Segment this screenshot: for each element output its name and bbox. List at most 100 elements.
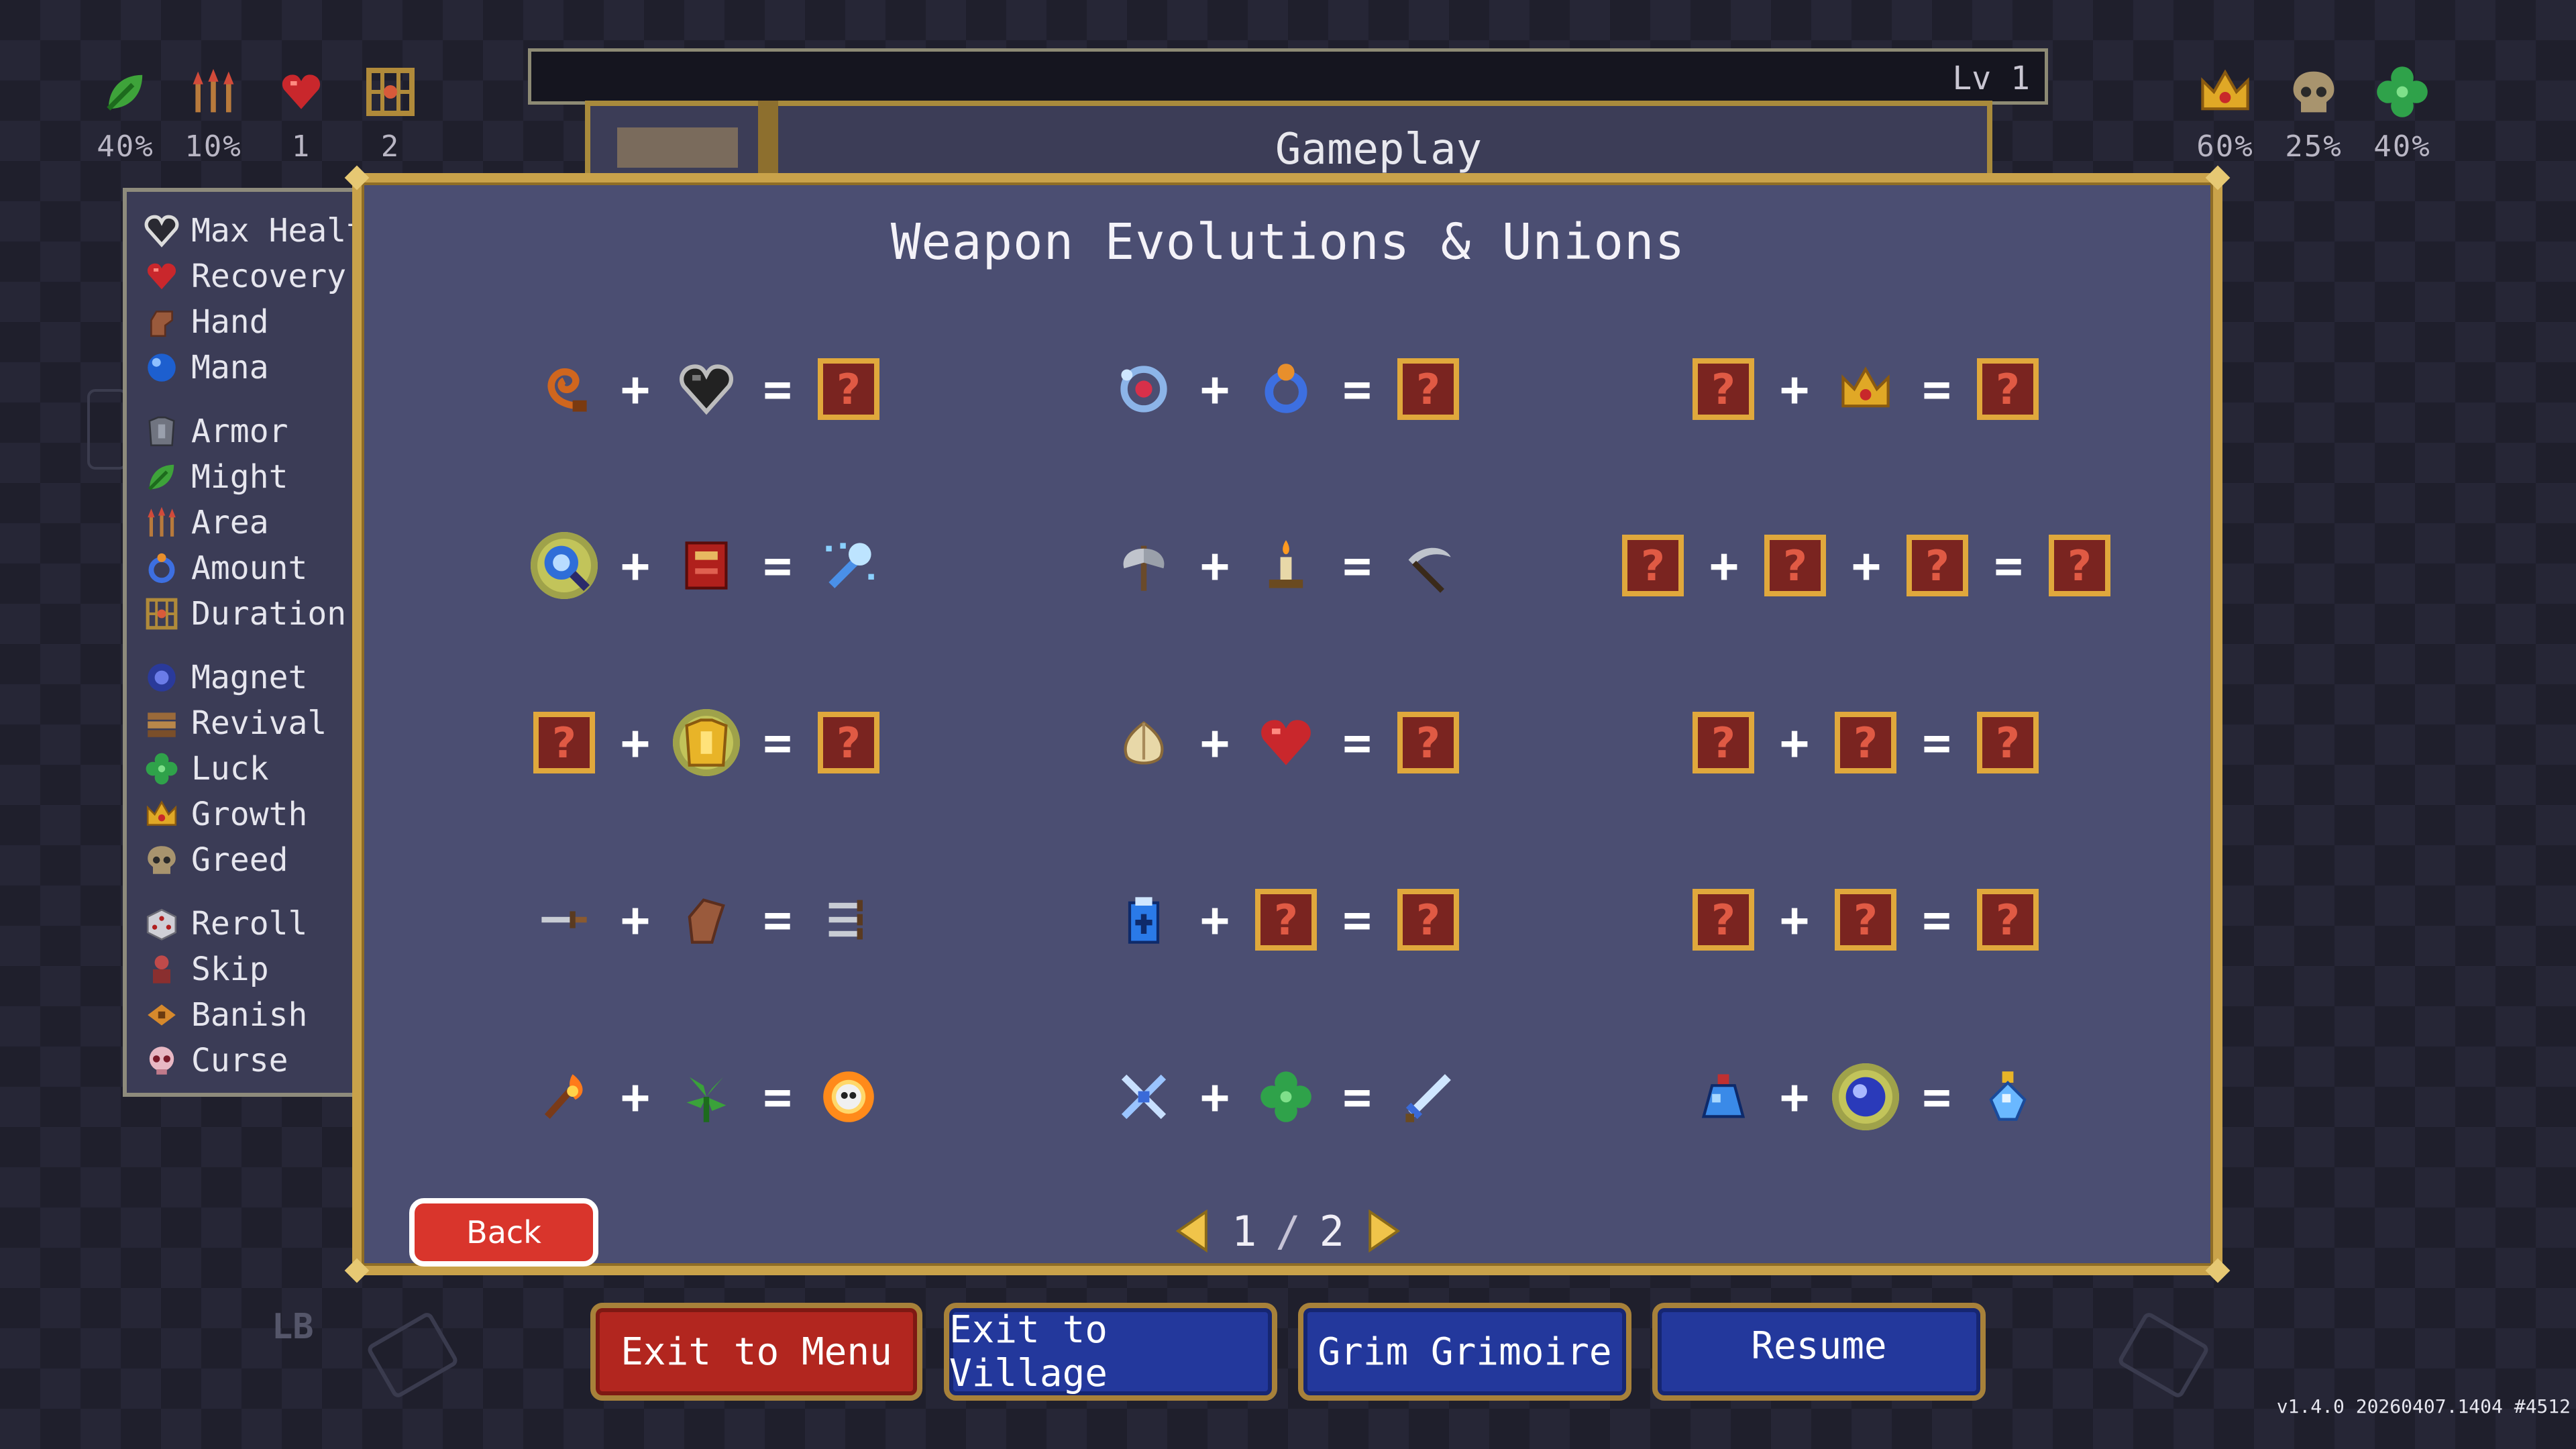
spinach-icon[interactable] bbox=[673, 1063, 740, 1130]
curse-skull-icon bbox=[144, 1043, 179, 1078]
plus-sign: + bbox=[1780, 361, 1809, 417]
question-mark-icon: ? bbox=[1397, 889, 1459, 951]
recipe-row: + =? bbox=[531, 352, 882, 426]
whip-icon[interactable] bbox=[531, 356, 598, 423]
unknown-item-icon[interactable]: ? bbox=[1974, 886, 2041, 953]
holy-water-icon[interactable] bbox=[1110, 886, 1177, 953]
recipe-row: + = bbox=[531, 1060, 882, 1134]
unknown-item-icon[interactable]: ? bbox=[1832, 709, 1899, 776]
question-mark-icon: ? bbox=[1397, 712, 1459, 773]
xp-bar: Lv 1 bbox=[528, 48, 2048, 105]
blue-potion-icon[interactable] bbox=[1690, 1063, 1757, 1130]
equals-sign: = bbox=[763, 537, 792, 594]
arrow-left-icon[interactable] bbox=[1171, 1205, 1213, 1257]
sword-icon[interactable] bbox=[1395, 1063, 1462, 1130]
question-mark-icon: ? bbox=[1977, 889, 2039, 951]
stat-max-health: Max Healt bbox=[144, 208, 371, 254]
crystal-potion-icon[interactable] bbox=[1974, 1063, 2041, 1130]
crown-icon[interactable] bbox=[1832, 356, 1899, 423]
arrow-right-icon[interactable] bbox=[1363, 1205, 1405, 1257]
knife-icon[interactable] bbox=[531, 886, 598, 953]
hud-stat-value: 40% bbox=[2373, 129, 2431, 164]
plus-sign: + bbox=[1780, 714, 1809, 771]
equals-sign: = bbox=[763, 361, 792, 417]
unknown-item-icon[interactable]: ? bbox=[1690, 356, 1757, 423]
skip-icon bbox=[144, 952, 179, 987]
heart-icon[interactable] bbox=[1252, 709, 1320, 776]
unknown-item-icon[interactable]: ? bbox=[1974, 356, 2041, 423]
equals-sign: = bbox=[763, 714, 792, 771]
stat-label: Armor bbox=[191, 413, 288, 450]
unknown-item-icon[interactable]: ? bbox=[1690, 886, 1757, 953]
hellfire-skull-icon[interactable] bbox=[815, 1063, 882, 1130]
unknown-item-icon[interactable]: ? bbox=[1395, 356, 1462, 423]
clover-icon[interactable] bbox=[1252, 1063, 1320, 1130]
stat-label: Greed bbox=[191, 841, 288, 879]
blue-ring-icon[interactable] bbox=[1252, 356, 1320, 423]
plus-sign: + bbox=[621, 1069, 650, 1125]
equals-sign: = bbox=[1994, 537, 2023, 594]
leaf-icon bbox=[144, 460, 179, 494]
candle-icon[interactable] bbox=[1252, 532, 1320, 599]
crown-icon bbox=[2197, 64, 2253, 120]
question-mark-icon: ? bbox=[1977, 358, 2039, 420]
magic-wand-icon[interactable] bbox=[531, 532, 598, 599]
plus-sign: + bbox=[1200, 361, 1230, 417]
axe-icon[interactable] bbox=[1110, 532, 1177, 599]
unknown-item-icon[interactable]: ? bbox=[1619, 532, 1686, 599]
unknown-item-icon[interactable]: ? bbox=[1904, 532, 1971, 599]
skull-icon bbox=[2286, 64, 2342, 120]
exit-to-village-button[interactable]: Exit to Village bbox=[944, 1303, 1277, 1401]
modal-corner bbox=[2205, 1258, 2231, 1283]
cage-icon bbox=[144, 596, 179, 631]
scythe-icon[interactable] bbox=[1395, 532, 1462, 599]
exit-to-menu-button[interactable]: Exit to Menu bbox=[590, 1303, 922, 1401]
hud-stat-value: 10% bbox=[184, 129, 242, 164]
gauntlet-icon[interactable] bbox=[673, 886, 740, 953]
unknown-item-icon[interactable]: ? bbox=[2046, 532, 2113, 599]
plus-sign: + bbox=[1200, 537, 1230, 594]
black-heart-icon[interactable] bbox=[673, 356, 740, 423]
unknown-item-icon[interactable]: ? bbox=[1762, 532, 1829, 599]
unknown-item-icon[interactable]: ? bbox=[1832, 886, 1899, 953]
magnet-orb-icon bbox=[144, 660, 179, 695]
grim-grimoire-button[interactable]: Grim Grimoire bbox=[1298, 1303, 1631, 1401]
resume-button[interactable]: Resume bbox=[1652, 1303, 1986, 1401]
blue-orb-icon[interactable] bbox=[1832, 1063, 1899, 1130]
cross-swords-icon[interactable] bbox=[1110, 1063, 1177, 1130]
orbit-ring-icon[interactable] bbox=[1110, 356, 1177, 423]
red-tome-icon[interactable] bbox=[673, 532, 740, 599]
stat-duration: Duration bbox=[144, 591, 371, 637]
question-mark-icon: ? bbox=[818, 358, 879, 420]
unknown-item-icon[interactable]: ? bbox=[1395, 886, 1462, 953]
hud-stat-value: 40% bbox=[97, 129, 154, 164]
garlic-icon[interactable] bbox=[1110, 709, 1177, 776]
stat-armor: Armor bbox=[144, 409, 371, 454]
stat-label: Skip bbox=[191, 951, 269, 988]
unknown-item-icon[interactable]: ? bbox=[1252, 886, 1320, 953]
question-mark-icon: ? bbox=[1835, 712, 1896, 773]
question-mark-icon: ? bbox=[1764, 535, 1826, 596]
recipe-row: ? + =? bbox=[1690, 352, 2041, 426]
stat-label: Max Healt bbox=[191, 212, 366, 250]
unknown-item-icon[interactable]: ? bbox=[1395, 709, 1462, 776]
unknown-item-icon[interactable]: ? bbox=[1690, 709, 1757, 776]
side-indicator bbox=[87, 389, 127, 470]
back-button[interactable]: Back bbox=[409, 1198, 598, 1267]
golden-armor-icon[interactable] bbox=[673, 709, 740, 776]
triple-knife-icon[interactable] bbox=[815, 886, 882, 953]
unknown-item-icon[interactable]: ? bbox=[815, 709, 882, 776]
recipe-row: + = bbox=[1110, 529, 1462, 602]
unknown-item-icon[interactable]: ? bbox=[531, 709, 598, 776]
unknown-item-icon[interactable]: ? bbox=[1974, 709, 2041, 776]
holy-wand-icon[interactable] bbox=[815, 532, 882, 599]
recipe-row: + = bbox=[531, 883, 882, 957]
fire-wand-icon[interactable] bbox=[531, 1063, 598, 1130]
background-tab-portrait bbox=[617, 127, 738, 168]
hud-might-stat: 40% bbox=[85, 64, 166, 164]
stat-label: Curse bbox=[191, 1042, 288, 1079]
unknown-item-icon[interactable]: ? bbox=[815, 356, 882, 423]
stat-label: Duration bbox=[191, 595, 347, 633]
clover-icon bbox=[2374, 64, 2430, 120]
stat-label: Growth bbox=[191, 796, 308, 833]
